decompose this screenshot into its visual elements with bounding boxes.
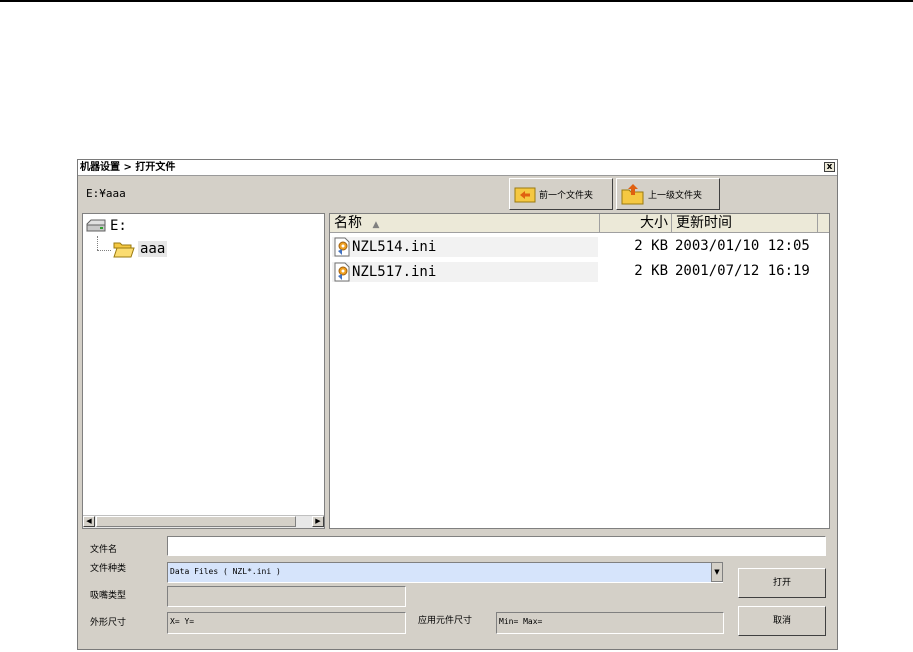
column-name-label: 名称 (334, 215, 362, 231)
back-folder-button[interactable]: 前一个文件夹 (509, 178, 613, 210)
folder-tree: E: aaa ◀ ▶ (82, 213, 325, 529)
open-file-dialog: 机器设置 > 打开文件 x E:¥aaa 前一个文件夹 上一级文件夹 E: aa… (77, 159, 838, 650)
dialog-title: 机器设置 > 打开文件 (80, 162, 176, 173)
tree-horizontal-scrollbar[interactable]: ◀ ▶ (83, 515, 324, 528)
ini-file-icon (334, 237, 350, 257)
drive-label: E: (110, 218, 127, 234)
dialog-titlebar: 机器设置 > 打开文件 x (78, 160, 837, 176)
filetype-dropdown-button[interactable]: ▼ (711, 562, 723, 582)
ini-file-icon (334, 262, 350, 282)
left-arrow-icon: ◀ (86, 517, 92, 525)
up-folder-icon (621, 184, 644, 205)
open-button[interactable]: 打开 (738, 568, 826, 598)
drive-icon (86, 219, 106, 232)
chevron-down-icon: ▼ (714, 568, 720, 576)
filetype-value: Data Files ( NZL*.ini ) (170, 567, 281, 576)
nozzle-type-field (167, 586, 406, 607)
column-header-name[interactable]: 名称 ▲ (330, 214, 600, 233)
cancel-button[interactable]: 取消 (738, 606, 826, 636)
up-folder-label: 上一级文件夹 (648, 190, 703, 201)
page-top-rule (0, 0, 913, 2)
open-folder-icon (113, 242, 135, 258)
file-name-cell: NZL517.ini (332, 262, 598, 282)
filetype-select[interactable]: Data Files ( NZL*.ini ) (167, 562, 723, 583)
outline-size-field: X= Y= (167, 612, 406, 634)
close-button[interactable]: x (824, 162, 835, 172)
column-size-label: 大小 (640, 215, 668, 231)
scroll-left-button[interactable]: ◀ (83, 516, 95, 527)
folder-label: aaa (138, 241, 168, 257)
file-list: 名称 ▲ 大小 更新时间 NZL514.ini 2 KB 2003/01/10 … (329, 213, 830, 529)
file-date: 2003/01/10 12:05 (675, 238, 810, 254)
column-header-size[interactable]: 大小 (600, 214, 672, 233)
column-date-label: 更新时间 (676, 215, 732, 231)
file-size: 2 KB (634, 238, 668, 254)
scroll-thumb[interactable] (96, 516, 296, 527)
nozzle-type-label: 吸嘴类型 (90, 591, 127, 601)
file-size: 2 KB (634, 263, 668, 279)
column-header-filler (818, 214, 829, 233)
tree-connector (97, 236, 98, 250)
filename-label: 文件名 (90, 545, 118, 555)
file-name: NZL517.ini (352, 264, 437, 280)
right-arrow-icon: ▶ (315, 517, 321, 525)
back-arrow-icon (514, 187, 536, 203)
back-folder-label: 前一个文件夹 (539, 190, 594, 201)
column-header-date[interactable]: 更新时间 (672, 214, 818, 233)
applied-size-label: 应用元件尺寸 (418, 616, 473, 626)
applied-size-field: Min= Max= (496, 612, 724, 634)
scroll-right-button[interactable]: ▶ (312, 516, 324, 527)
tree-connector (97, 250, 111, 251)
outline-size-label: 外形尺寸 (90, 618, 127, 628)
filetype-label: 文件种类 (90, 564, 127, 574)
file-name-cell: NZL514.ini (332, 237, 598, 257)
tree-drive-item[interactable]: E: (85, 218, 127, 234)
tree-folder-item[interactable]: aaa (113, 240, 168, 258)
file-date: 2001/07/12 16:19 (675, 263, 810, 279)
file-row[interactable]: NZL514.ini 2 KB 2003/01/10 12:05 (330, 235, 829, 257)
up-folder-button[interactable]: 上一级文件夹 (616, 178, 720, 210)
sort-ascending-icon: ▲ (372, 220, 380, 230)
close-icon: x (826, 162, 833, 172)
file-row[interactable]: NZL517.ini 2 KB 2001/07/12 16:19 (330, 260, 829, 282)
file-name: NZL514.ini (352, 239, 437, 255)
filename-input[interactable] (167, 536, 826, 556)
current-path: E:¥aaa (86, 187, 126, 200)
